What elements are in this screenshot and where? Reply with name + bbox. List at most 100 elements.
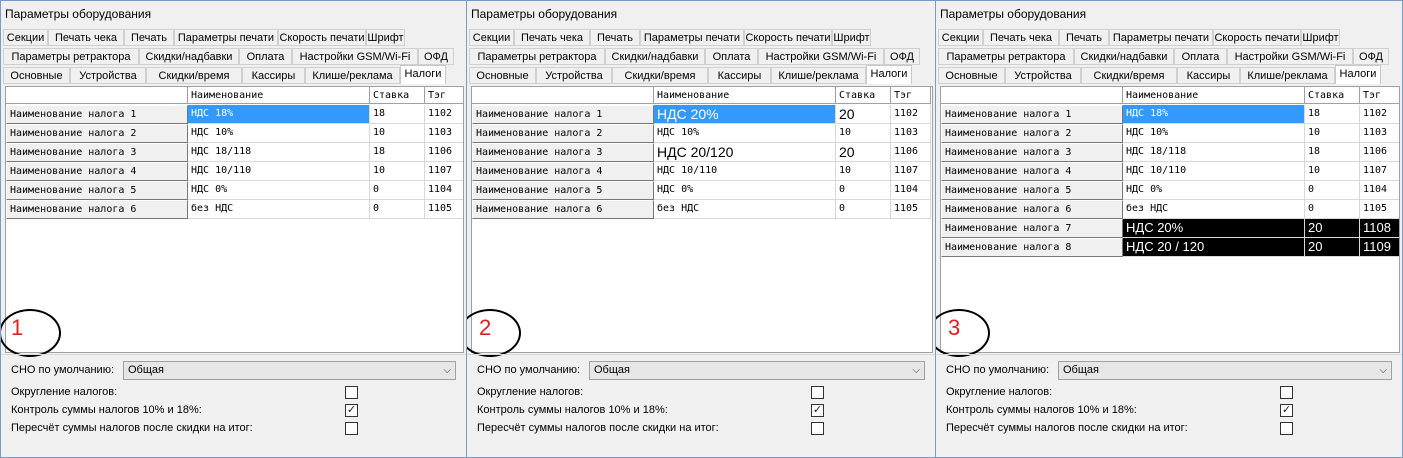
table-cell[interactable]: 20 (1305, 219, 1360, 238)
table-cell[interactable]: НДС 20/120 (654, 143, 836, 162)
tab-4[interactable]: Параметры печати (1109, 29, 1213, 46)
tab-4[interactable]: Кассиры (242, 67, 305, 84)
tab-3[interactable]: Оплата (1174, 48, 1227, 65)
table-cell[interactable]: 20 (836, 105, 891, 124)
tab-5[interactable]: Скорость печати (1213, 29, 1301, 46)
tab-4[interactable]: Настройки GSM/Wi-Fi (292, 48, 418, 65)
table-cell[interactable]: НДС 10/110 (654, 162, 836, 181)
tab-3[interactable]: Печать (1059, 29, 1109, 46)
tab-2[interactable]: Устройства (1005, 67, 1081, 84)
tab-4[interactable]: Кассиры (708, 67, 771, 84)
table-cell[interactable]: НДС 18/118 (188, 143, 370, 162)
table-cell[interactable]: 1109 (1360, 238, 1399, 257)
chevron-down-icon[interactable]: ⌵ (1379, 362, 1387, 379)
chevron-down-icon[interactable]: ⌵ (912, 362, 920, 379)
tab-1[interactable]: Параметры ретрактора (469, 48, 605, 65)
tab-1[interactable]: Параметры ретрактора (938, 48, 1074, 65)
table-cell[interactable]: 1102 (425, 105, 463, 124)
table-cell[interactable]: без НДС (188, 200, 370, 219)
tab-4[interactable]: Настройки GSM/Wi-Fi (1227, 48, 1353, 65)
option-checkbox[interactable] (811, 386, 824, 399)
tab-4[interactable]: Параметры печати (174, 29, 278, 46)
tab-5[interactable]: Клише/реклама (1240, 67, 1335, 84)
option-checkbox[interactable]: ✓ (1280, 404, 1293, 417)
tab-6[interactable]: Шрифт (832, 29, 871, 46)
table-cell[interactable]: 10 (836, 162, 891, 181)
tab-4[interactable]: Настройки GSM/Wi-Fi (758, 48, 884, 65)
tab-1[interactable]: Секции (469, 29, 514, 46)
table-cell[interactable]: 1106 (891, 143, 931, 162)
table-cell[interactable]: 20 (1305, 238, 1360, 257)
table-cell[interactable]: НДС 0% (188, 181, 370, 200)
table-cell[interactable]: 1103 (1360, 124, 1399, 143)
table-cell[interactable]: НДС 10% (1123, 124, 1305, 143)
tab-2[interactable]: Печать чека (983, 29, 1059, 46)
tab-1[interactable]: Основные (3, 67, 70, 84)
table-cell[interactable]: 18 (1305, 143, 1360, 162)
table-cell[interactable]: 10 (836, 124, 891, 143)
tab-5[interactable]: Клише/реклама (771, 67, 866, 84)
table-cell[interactable]: НДС 10% (188, 124, 370, 143)
table-cell[interactable]: НДС 18% (1123, 105, 1305, 124)
table-cell[interactable]: 10 (370, 162, 425, 181)
table-cell[interactable]: 0 (370, 200, 425, 219)
table-cell[interactable]: без НДС (654, 200, 836, 219)
tab-1[interactable]: Секции (3, 29, 48, 46)
tab-1[interactable]: Параметры ретрактора (3, 48, 139, 65)
tab-6[interactable]: Налоги (866, 65, 912, 84)
table-cell[interactable]: 1105 (891, 200, 931, 219)
table-cell[interactable]: 1108 (1360, 219, 1399, 238)
table-cell[interactable]: НДС 10% (654, 124, 836, 143)
tab-3[interactable]: Оплата (239, 48, 292, 65)
sno-select[interactable]: Общая ⌵ (1058, 361, 1392, 380)
tab-1[interactable]: Основные (938, 67, 1005, 84)
table-cell[interactable]: 1104 (891, 181, 931, 200)
table-cell[interactable]: 10 (370, 124, 425, 143)
tab-3[interactable]: Печать (590, 29, 640, 46)
tab-3[interactable]: Скидки/время (1081, 67, 1177, 84)
tab-4[interactable]: Кассиры (1177, 67, 1240, 84)
tab-6[interactable]: Налоги (400, 65, 446, 84)
table-cell[interactable]: 18 (1305, 105, 1360, 124)
table-cell[interactable]: НДС 20% (654, 105, 836, 124)
tab-6[interactable]: Шрифт (366, 29, 405, 46)
option-checkbox[interactable] (345, 422, 358, 435)
tab-6[interactable]: Налоги (1335, 65, 1381, 84)
tab-2[interactable]: Устройства (536, 67, 612, 84)
tab-3[interactable]: Оплата (705, 48, 758, 65)
tab-6[interactable]: Шрифт (1301, 29, 1340, 46)
tab-5[interactable]: Скорость печати (744, 29, 832, 46)
table-cell[interactable]: 1102 (1360, 105, 1399, 124)
tab-2[interactable]: Скидки/надбавки (1074, 48, 1174, 65)
sno-select[interactable]: Общая ⌵ (589, 361, 925, 380)
table-cell[interactable]: 18 (370, 105, 425, 124)
tab-3[interactable]: Скидки/время (612, 67, 708, 84)
table-cell[interactable]: 1104 (1360, 181, 1399, 200)
table-cell[interactable]: без НДС (1123, 200, 1305, 219)
table-cell[interactable]: НДС 10/110 (188, 162, 370, 181)
table-cell[interactable]: 1105 (425, 200, 463, 219)
option-checkbox[interactable]: ✓ (811, 404, 824, 417)
tab-2[interactable]: Печать чека (514, 29, 590, 46)
table-cell[interactable]: 1107 (425, 162, 463, 181)
tab-5[interactable]: ОФД (1353, 48, 1389, 65)
table-cell[interactable]: НДС 0% (1123, 181, 1305, 200)
tab-2[interactable]: Скидки/надбавки (139, 48, 239, 65)
tab-4[interactable]: Параметры печати (640, 29, 744, 46)
table-cell[interactable]: 1105 (1360, 200, 1399, 219)
tab-2[interactable]: Устройства (70, 67, 146, 84)
table-cell[interactable]: 0 (836, 200, 891, 219)
table-cell[interactable]: 0 (370, 181, 425, 200)
option-checkbox[interactable]: ✓ (345, 404, 358, 417)
table-cell[interactable]: 0 (836, 181, 891, 200)
table-cell[interactable]: НДС 0% (654, 181, 836, 200)
table-cell[interactable]: 1106 (425, 143, 463, 162)
table-cell[interactable]: 20 (836, 143, 891, 162)
tab-3[interactable]: Скидки/время (146, 67, 242, 84)
tab-5[interactable]: ОФД (884, 48, 920, 65)
table-cell[interactable]: 1106 (1360, 143, 1399, 162)
sno-select[interactable]: Общая ⌵ (123, 361, 456, 380)
tab-5[interactable]: Скорость печати (278, 29, 366, 46)
option-checkbox[interactable] (811, 422, 824, 435)
table-cell[interactable]: 1103 (425, 124, 463, 143)
